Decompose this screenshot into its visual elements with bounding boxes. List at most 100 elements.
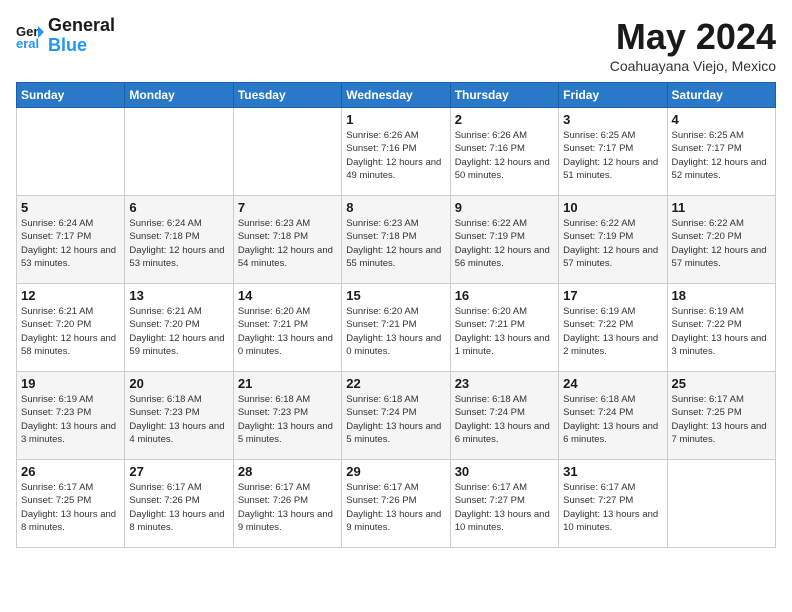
weekday-header: Thursday <box>450 83 558 108</box>
day-number: 24 <box>563 376 662 391</box>
logo-icon: Gen eral <box>16 22 44 50</box>
calendar-cell: 28 Sunrise: 6:17 AM Sunset: 7:26 PM Dayli… <box>233 460 341 548</box>
day-info: Sunrise: 6:21 AM Sunset: 7:20 PM Dayligh… <box>129 305 228 358</box>
day-info: Sunrise: 6:17 AM Sunset: 7:27 PM Dayligh… <box>455 481 554 534</box>
day-info: Sunrise: 6:18 AM Sunset: 7:24 PM Dayligh… <box>346 393 445 446</box>
svg-text:eral: eral <box>16 36 39 50</box>
day-info: Sunrise: 6:20 AM Sunset: 7:21 PM Dayligh… <box>346 305 445 358</box>
calendar-week-row: 26 Sunrise: 6:17 AM Sunset: 7:25 PM Dayli… <box>17 460 776 548</box>
calendar-cell: 8 Sunrise: 6:23 AM Sunset: 7:18 PM Daylig… <box>342 196 450 284</box>
calendar-cell: 3Sunrise: 6:25 AM Sunset: 7:17 PM Daylig… <box>559 108 667 196</box>
day-number: 14 <box>238 288 337 303</box>
calendar-cell: 14Sunrise: 6:20 AM Sunset: 7:21 PM Dayli… <box>233 284 341 372</box>
calendar-cell: 1Sunrise: 6:26 AM Sunset: 7:16 PM Daylig… <box>342 108 450 196</box>
day-info: Sunrise: 6:23 AM Sunset: 7:18 PM Dayligh… <box>346 217 445 270</box>
calendar-cell: 26 Sunrise: 6:17 AM Sunset: 7:25 PM Dayli… <box>17 460 125 548</box>
weekday-header: Wednesday <box>342 83 450 108</box>
calendar-cell: 24 Sunrise: 6:18 AM Sunset: 7:24 PM Dayli… <box>559 372 667 460</box>
weekday-header: Friday <box>559 83 667 108</box>
weekday-header: Sunday <box>17 83 125 108</box>
day-info: Sunrise: 6:19 AM Sunset: 7:23 PM Dayligh… <box>21 393 120 446</box>
calendar-cell: 30 Sunrise: 6:17 AM Sunset: 7:27 PM Dayli… <box>450 460 558 548</box>
day-number: 7 <box>238 200 337 215</box>
day-number: 26 <box>21 464 120 479</box>
calendar-cell: 18 Sunrise: 6:19 AM Sunset: 7:22 PM Dayli… <box>667 284 775 372</box>
day-number: 13 <box>129 288 228 303</box>
calendar-cell: 29Sunrise: 6:17 AM Sunset: 7:26 PM Dayli… <box>342 460 450 548</box>
calendar-cell: 5Sunrise: 6:24 AM Sunset: 7:17 PM Daylig… <box>17 196 125 284</box>
calendar-cell: 2 Sunrise: 6:26 AM Sunset: 7:16 PM Daylig… <box>450 108 558 196</box>
calendar-cell: 13 Sunrise: 6:21 AM Sunset: 7:20 PM Dayli… <box>125 284 233 372</box>
title-block: May 2024 Coahuayana Viejo, Mexico <box>610 16 776 74</box>
calendar-cell <box>667 460 775 548</box>
calendar-cell: 11Sunrise: 6:22 AM Sunset: 7:20 PM Dayli… <box>667 196 775 284</box>
day-info: Sunrise: 6:26 AM Sunset: 7:16 PM Dayligh… <box>346 129 445 182</box>
calendar-cell: 6Sunrise: 6:24 AM Sunset: 7:18 PM Daylig… <box>125 196 233 284</box>
day-number: 30 <box>455 464 554 479</box>
day-number: 28 <box>238 464 337 479</box>
day-number: 8 <box>346 200 445 215</box>
day-number: 19 <box>21 376 120 391</box>
day-number: 2 <box>455 112 554 127</box>
day-number: 12 <box>21 288 120 303</box>
day-info: Sunrise: 6:17 AM Sunset: 7:25 PM Dayligh… <box>21 481 120 534</box>
calendar-cell: 21Sunrise: 6:18 AM Sunset: 7:23 PM Dayli… <box>233 372 341 460</box>
calendar-cell <box>17 108 125 196</box>
day-number: 25 <box>672 376 771 391</box>
day-number: 23 <box>455 376 554 391</box>
day-info: Sunrise: 6:17 AM Sunset: 7:27 PM Dayligh… <box>563 481 662 534</box>
day-info: Sunrise: 6:25 AM Sunset: 7:17 PM Dayligh… <box>563 129 662 182</box>
day-info: Sunrise: 6:18 AM Sunset: 7:24 PM Dayligh… <box>563 393 662 446</box>
calendar-cell: 20Sunrise: 6:18 AM Sunset: 7:23 PM Dayli… <box>125 372 233 460</box>
calendar-cell <box>125 108 233 196</box>
day-info: Sunrise: 6:19 AM Sunset: 7:22 PM Dayligh… <box>563 305 662 358</box>
calendar-week-row: 5Sunrise: 6:24 AM Sunset: 7:17 PM Daylig… <box>17 196 776 284</box>
logo: Gen eral General Blue <box>16 16 115 56</box>
calendar-cell: 7 Sunrise: 6:23 AM Sunset: 7:18 PM Daylig… <box>233 196 341 284</box>
day-info: Sunrise: 6:24 AM Sunset: 7:18 PM Dayligh… <box>129 217 228 270</box>
day-number: 10 <box>563 200 662 215</box>
day-info: Sunrise: 6:20 AM Sunset: 7:21 PM Dayligh… <box>455 305 554 358</box>
day-number: 5 <box>21 200 120 215</box>
day-number: 31 <box>563 464 662 479</box>
calendar-cell <box>233 108 341 196</box>
calendar-cell: 9Sunrise: 6:22 AM Sunset: 7:19 PM Daylig… <box>450 196 558 284</box>
day-number: 4 <box>672 112 771 127</box>
calendar-cell: 22 Sunrise: 6:18 AM Sunset: 7:24 PM Dayli… <box>342 372 450 460</box>
calendar-table: SundayMondayTuesdayWednesdayThursdayFrid… <box>16 82 776 548</box>
calendar-cell: 4 Sunrise: 6:25 AM Sunset: 7:17 PM Daylig… <box>667 108 775 196</box>
day-number: 21 <box>238 376 337 391</box>
calendar-cell: 19 Sunrise: 6:19 AM Sunset: 7:23 PM Dayli… <box>17 372 125 460</box>
day-info: Sunrise: 6:17 AM Sunset: 7:25 PM Dayligh… <box>672 393 771 446</box>
calendar-week-row: 1Sunrise: 6:26 AM Sunset: 7:16 PM Daylig… <box>17 108 776 196</box>
calendar-cell: 12Sunrise: 6:21 AM Sunset: 7:20 PM Dayli… <box>17 284 125 372</box>
calendar-week-row: 19 Sunrise: 6:19 AM Sunset: 7:23 PM Dayli… <box>17 372 776 460</box>
weekday-header: Tuesday <box>233 83 341 108</box>
calendar-cell: 15 Sunrise: 6:20 AM Sunset: 7:21 PM Dayli… <box>342 284 450 372</box>
day-info: Sunrise: 6:17 AM Sunset: 7:26 PM Dayligh… <box>238 481 337 534</box>
day-info: Sunrise: 6:22 AM Sunset: 7:20 PM Dayligh… <box>672 217 771 270</box>
logo-text: General Blue <box>48 16 115 56</box>
header-row: SundayMondayTuesdayWednesdayThursdayFrid… <box>17 83 776 108</box>
day-number: 29 <box>346 464 445 479</box>
day-info: Sunrise: 6:22 AM Sunset: 7:19 PM Dayligh… <box>563 217 662 270</box>
day-number: 15 <box>346 288 445 303</box>
day-info: Sunrise: 6:26 AM Sunset: 7:16 PM Dayligh… <box>455 129 554 182</box>
weekday-header: Monday <box>125 83 233 108</box>
calendar-cell: 31 Sunrise: 6:17 AM Sunset: 7:27 PM Dayli… <box>559 460 667 548</box>
calendar-cell: 10 Sunrise: 6:22 AM Sunset: 7:19 PM Dayli… <box>559 196 667 284</box>
page-header: Gen eral General Blue May 2024 Coahuayan… <box>16 16 776 74</box>
day-info: Sunrise: 6:18 AM Sunset: 7:24 PM Dayligh… <box>455 393 554 446</box>
day-number: 27 <box>129 464 228 479</box>
day-number: 17 <box>563 288 662 303</box>
day-number: 16 <box>455 288 554 303</box>
day-info: Sunrise: 6:25 AM Sunset: 7:17 PM Dayligh… <box>672 129 771 182</box>
day-info: Sunrise: 6:19 AM Sunset: 7:22 PM Dayligh… <box>672 305 771 358</box>
day-number: 22 <box>346 376 445 391</box>
day-number: 18 <box>672 288 771 303</box>
calendar-week-row: 12 Sunrise: 6:21 AM Sunset: 7:20 PM Dayli… <box>17 284 776 372</box>
day-info: Sunrise: 6:23 AM Sunset: 7:18 PM Dayligh… <box>238 217 337 270</box>
calendar-cell: 25 Sunrise: 6:17 AM Sunset: 7:25 PM Dayli… <box>667 372 775 460</box>
calendar-cell: 17 Sunrise: 6:19 AM Sunset: 7:22 PM Dayli… <box>559 284 667 372</box>
location-subtitle: Coahuayana Viejo, Mexico <box>610 58 776 74</box>
